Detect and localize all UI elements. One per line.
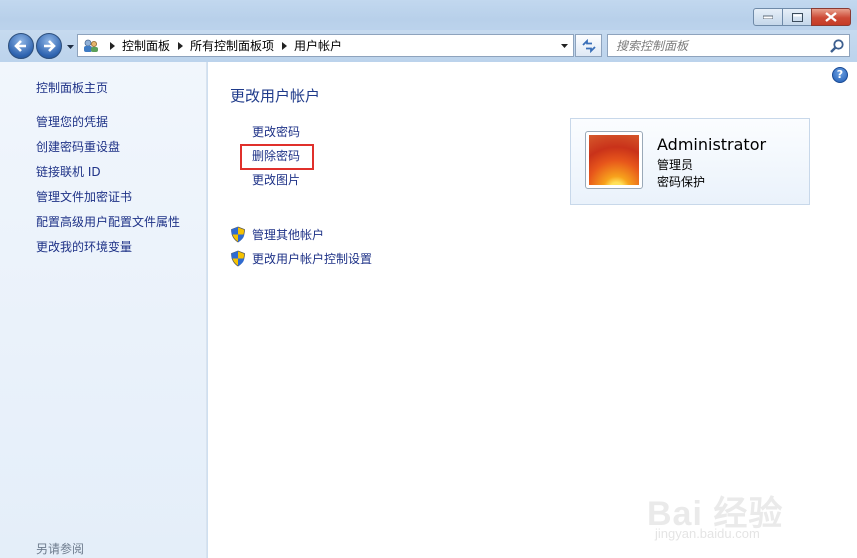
sidebar-item-create-reset-disk[interactable]: 创建密码重设盘	[36, 139, 180, 164]
control-panel-icon	[80, 36, 102, 56]
forward-button[interactable]	[36, 33, 62, 59]
sidebar-item-encryption-certificates[interactable]: 管理文件加密证书	[36, 189, 180, 214]
breadcrumb-all-items[interactable]: 所有控制面板项	[190, 37, 274, 54]
minimize-button[interactable]	[753, 8, 783, 26]
back-button[interactable]	[8, 33, 34, 59]
navigation-bar: 控制面板 所有控制面板项 用户帐户	[0, 30, 857, 62]
address-bar[interactable]: 控制面板 所有控制面板项 用户帐户	[77, 34, 574, 57]
back-arrow-icon	[14, 40, 26, 52]
breadcrumb-separator-icon[interactable]	[106, 41, 118, 50]
search-box	[607, 34, 850, 57]
manage-other-accounts-link[interactable]: 管理其他帐户	[230, 222, 372, 246]
sidebar-task-list: 管理您的凭据 创建密码重设盘 链接联机 ID 管理文件加密证书 配置高级用户配置…	[36, 114, 180, 264]
breadcrumb-separator-icon[interactable]	[278, 41, 290, 50]
uac-shield-icon	[231, 250, 245, 266]
maximize-icon	[791, 12, 803, 22]
account-card: Administrator 管理员 密码保护	[570, 118, 810, 205]
title-bar	[0, 0, 857, 32]
page-title: 更改用户帐户	[230, 87, 321, 105]
refresh-icon	[581, 38, 596, 53]
uac-settings-link[interactable]: 更改用户帐户控制设置	[230, 246, 372, 270]
refresh-button[interactable]	[575, 34, 602, 57]
recent-pages-dropdown-icon[interactable]	[66, 42, 75, 51]
address-dropdown-icon[interactable]	[560, 41, 569, 50]
watermark-url: jingyan.baidu.com	[655, 526, 760, 541]
uac-shield-icon	[231, 226, 245, 242]
see-also-heading: 另请参阅	[36, 542, 85, 556]
uac-settings-label: 更改用户帐户控制设置	[252, 251, 373, 266]
account-name: Administrator	[657, 135, 767, 154]
sidebar-item-environment-variables[interactable]: 更改我的环境变量	[36, 239, 180, 264]
account-password-status: 密码保护	[657, 175, 706, 189]
forward-arrow-icon	[44, 40, 56, 52]
avatar	[585, 131, 643, 189]
flower-picture-icon	[589, 135, 639, 185]
minimize-icon	[763, 15, 773, 19]
sidebar-item-advanced-profile-properties[interactable]: 配置高级用户配置文件属性	[36, 214, 180, 239]
maximize-button[interactable]	[782, 8, 812, 26]
close-button[interactable]	[811, 8, 851, 26]
close-icon	[825, 12, 837, 22]
sidebar: 控制面板主页 管理您的凭据 创建密码重设盘 链接联机 ID 管理文件加密证书 配…	[0, 62, 207, 558]
breadcrumb-separator-icon[interactable]	[174, 41, 186, 50]
breadcrumb-user-accounts[interactable]: 用户帐户	[294, 37, 342, 54]
help-icon[interactable]: ?	[832, 67, 848, 83]
admin-task-list: 管理其他帐户 更改用户帐户控制设置	[230, 222, 372, 270]
change-picture-link[interactable]: 更改图片	[252, 172, 300, 196]
window-controls	[753, 8, 851, 26]
sidebar-item-link-online-id[interactable]: 链接联机 ID	[36, 164, 180, 189]
manage-other-accounts-label: 管理其他帐户	[252, 227, 325, 242]
search-icon[interactable]	[829, 38, 845, 54]
sidebar-home-link[interactable]: 控制面板主页	[36, 79, 108, 96]
highlight-box	[240, 144, 314, 170]
search-input[interactable]	[608, 35, 823, 56]
sidebar-item-manage-credentials[interactable]: 管理您的凭据	[36, 114, 180, 139]
baidu-watermark: Bai 经验 jingyan.baidu.com	[635, 462, 820, 550]
account-role: 管理员	[657, 158, 694, 172]
breadcrumb-control-panel[interactable]: 控制面板	[122, 37, 170, 54]
